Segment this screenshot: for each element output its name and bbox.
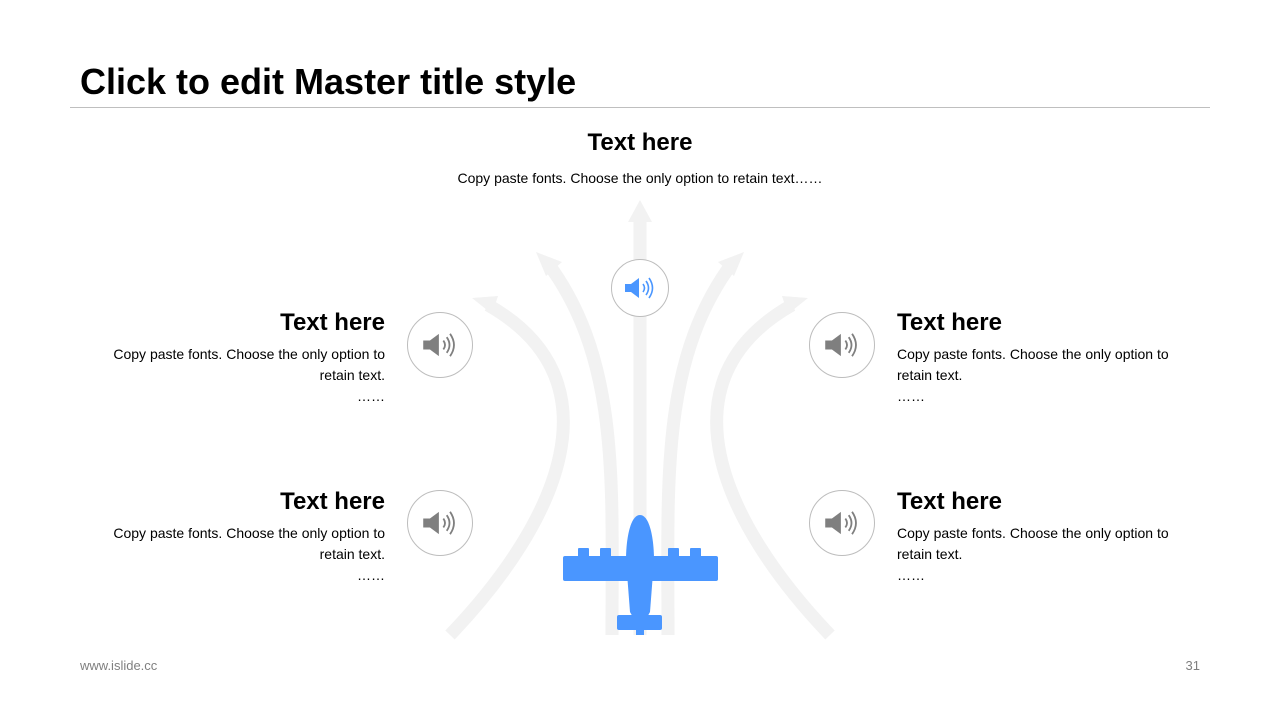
- top-description: Copy paste fonts. Choose the only option…: [457, 170, 823, 186]
- item-heading: Text here: [280, 309, 385, 336]
- top-heading: Text here: [587, 129, 693, 156]
- footer-website[interactable]: www.islide.cc: [80, 658, 157, 673]
- item-heading: Text here: [897, 488, 1002, 515]
- item-description: Copy paste fonts. Choose the only option…: [897, 346, 1169, 383]
- airplane-icon: [563, 515, 718, 635]
- text-block-right-bottom: Text here Copy paste fonts. Choose the o…: [897, 487, 1197, 586]
- item-heading: Text here: [280, 488, 385, 515]
- speaker-icon: [825, 333, 857, 357]
- text-block-left-bottom: Text here Copy paste fonts. Choose the o…: [85, 487, 385, 586]
- text-block-left-top: Text here Copy paste fonts. Choose the o…: [85, 308, 385, 407]
- speaker-icon-left-top: [407, 312, 473, 378]
- speaker-icon-left-bottom: [407, 490, 473, 556]
- text-block-right-top: Text here Copy paste fonts. Choose the o…: [897, 308, 1197, 407]
- speaker-icon-right-bottom: [809, 490, 875, 556]
- arrowhead-center: [628, 200, 652, 222]
- top-text-block: Text here Copy paste fonts. Choose the o…: [390, 128, 890, 189]
- item-description: Copy paste fonts. Choose the only option…: [113, 346, 385, 383]
- item-description: Copy paste fonts. Choose the only option…: [113, 525, 385, 562]
- page-number: 31: [1185, 658, 1200, 673]
- speaker-icon: [423, 333, 455, 357]
- item-ellipsis: ……: [897, 388, 925, 404]
- speaker-icon: [625, 277, 654, 299]
- item-heading: Text here: [897, 309, 1002, 336]
- speaker-icon: [825, 511, 857, 535]
- item-description: Copy paste fonts. Choose the only option…: [897, 525, 1169, 562]
- item-ellipsis: ……: [357, 567, 385, 583]
- speaker-icon-right-top: [809, 312, 875, 378]
- speaker-icon-top: [611, 259, 669, 317]
- item-ellipsis: ……: [897, 567, 925, 583]
- item-ellipsis: ……: [357, 388, 385, 404]
- speaker-icon: [423, 511, 455, 535]
